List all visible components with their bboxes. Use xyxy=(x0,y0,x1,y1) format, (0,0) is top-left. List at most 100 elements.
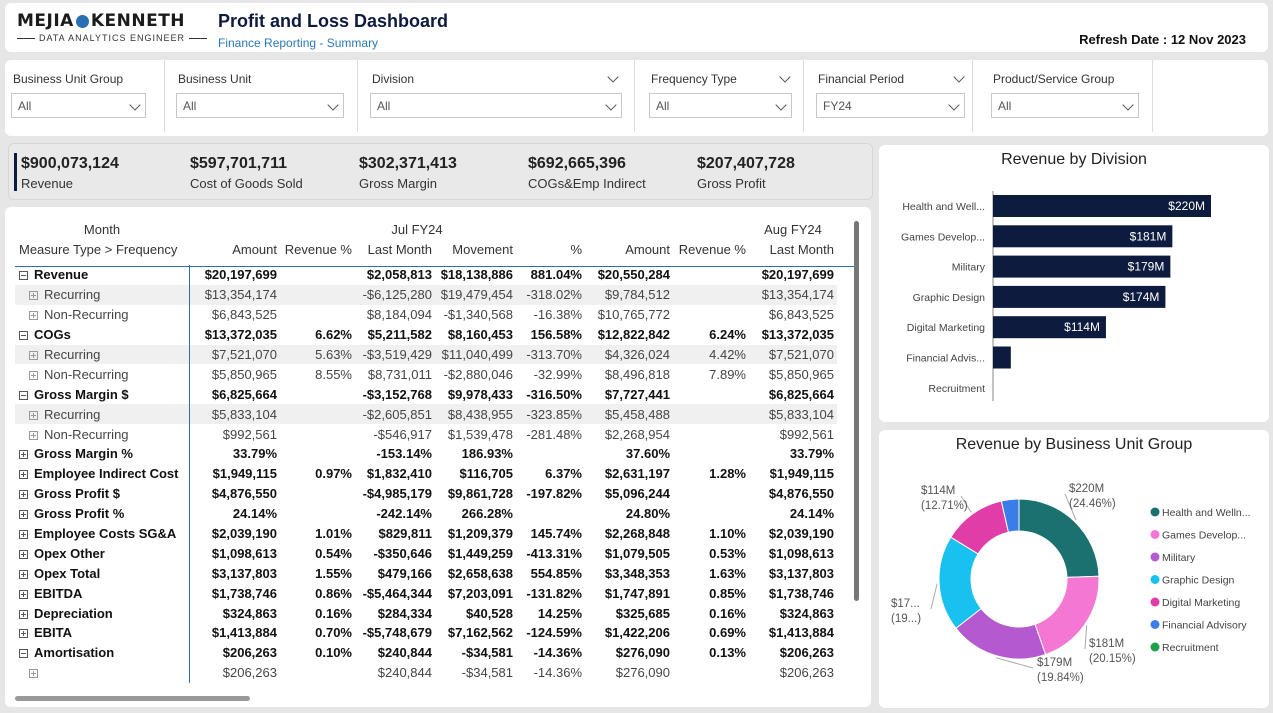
row-label: EBITA xyxy=(34,625,73,641)
table-cell: -$3,519,429 xyxy=(355,344,435,365)
column-header[interactable]: Movement xyxy=(435,239,516,259)
table-cell: -14.36% xyxy=(533,645,582,661)
vertical-scrollbar[interactable] xyxy=(854,221,859,601)
table-row[interactable]: Opex Other $1,098,613 0.54% -$350,646 $1,449… xyxy=(15,543,837,564)
table-row[interactable]: Non-Recurring $992,561 -$546,917 $1,539,478… xyxy=(15,424,837,445)
column-header[interactable]: Revenue % xyxy=(673,239,749,259)
table-row[interactable]: Recurring $13,354,174 -$6,125,280 $19,479,4… xyxy=(15,284,837,305)
column-header[interactable]: Last Month xyxy=(355,239,435,259)
table-cell xyxy=(280,384,355,404)
table-row[interactable]: Depreciation $324,863 0.16% $284,334 $40,528… xyxy=(15,603,837,624)
table-row[interactable]: Gross Profit % 24.14% -242.14% 266.28% 24.80… xyxy=(15,503,837,524)
table-row[interactable]: Amortisation $206,263 0.10% $240,844 -$34,58… xyxy=(15,642,837,663)
period-header-jul[interactable]: Jul FY24 xyxy=(355,219,516,239)
bar-chart-svg: Health and Well... $220M Games Develop... $… xyxy=(901,191,1211,402)
table-cell: $324,863 xyxy=(779,605,834,621)
table-row[interactable]: Gross Margin $ $6,825,664 -$3,152,768 $9,97… xyxy=(15,384,837,405)
collapse-icon[interactable] xyxy=(19,649,28,659)
expand-icon[interactable] xyxy=(19,450,28,460)
table-cell: 0.97% xyxy=(315,466,352,482)
table-cell: $10,765,772 xyxy=(585,304,673,325)
expand-icon[interactable] xyxy=(29,370,38,380)
legend-marker xyxy=(1150,620,1160,629)
legend-label: Health and Welln... xyxy=(1162,507,1251,519)
table-row[interactable]: Revenue $20,197,699 $2,058,813 $18,138,886 8… xyxy=(15,265,837,285)
row-label-cell: Employee Indirect Cost xyxy=(15,463,190,484)
table-cell: $13,354,174 xyxy=(189,284,280,305)
expand-icon[interactable] xyxy=(19,549,28,559)
column-header[interactable]: % xyxy=(516,239,585,259)
expand-icon[interactable] xyxy=(29,351,38,360)
period-header-aug[interactable]: Aug FY24 xyxy=(749,219,837,239)
expand-icon[interactable] xyxy=(29,291,38,301)
table-row[interactable]: Gross Margin % 33.79% -153.14% 186.93% 37.60… xyxy=(15,444,837,464)
column-header[interactable]: Last Month xyxy=(749,239,837,259)
table-row[interactable]: Opex Total $3,137,803 1.55% $479,166 $2,658,… xyxy=(15,563,837,584)
expand-icon[interactable] xyxy=(29,410,38,420)
collapse-icon[interactable] xyxy=(19,271,28,281)
row-header-month: Month xyxy=(83,221,121,237)
collapse-icon[interactable] xyxy=(19,390,28,400)
table-cell: $13,372,035 xyxy=(761,327,834,343)
table-row[interactable]: Non-Recurring $6,843,525 $8,184,094 -$1,340… xyxy=(15,304,837,325)
logo-globe-icon xyxy=(75,14,89,28)
table-cell: $2,039,190 xyxy=(768,526,834,542)
expand-icon[interactable] xyxy=(19,609,28,619)
table-cell: $3,137,803 xyxy=(211,565,277,581)
table-cell: $5,211,582 xyxy=(367,327,432,343)
table-cell: 24.14% xyxy=(789,506,834,522)
table-row[interactable]: COGs $13,372,035 6.62% $5,211,582 $8,160,453… xyxy=(15,324,837,345)
row-label-cell xyxy=(15,662,190,683)
chevron-down-icon[interactable] xyxy=(953,71,965,83)
chevron-down-icon[interactable] xyxy=(607,71,619,83)
bar-category-label: Financial Advis... xyxy=(906,353,985,365)
table-cell: 37.60% xyxy=(625,446,670,462)
expand-icon[interactable] xyxy=(19,490,28,500)
table-cell: $12,822,842 xyxy=(597,327,670,343)
expand-icon[interactable] xyxy=(19,530,28,540)
chevron-down-icon[interactable] xyxy=(779,71,791,83)
slicer-dropdown-division[interactable]: All xyxy=(370,93,622,118)
table-row[interactable]: $206,263 $240,844 -$34,581 -14.36% $276,090 $… xyxy=(15,662,837,683)
table-row[interactable]: Employee Indirect Cost $1,949,115 0.97% $1,… xyxy=(15,463,837,484)
expand-icon[interactable] xyxy=(19,629,28,639)
table-cell: 5.63% xyxy=(280,344,355,365)
slicer-label: Business Unit Group xyxy=(13,72,124,86)
slicer-dropdown-financial-period[interactable]: FY24 xyxy=(816,93,965,118)
donut-slice xyxy=(1018,498,1100,578)
table-cell xyxy=(673,484,749,504)
table-row[interactable]: Recurring $7,521,070 5.63% -$3,519,429 $11,0… xyxy=(15,344,837,365)
table-row[interactable]: Employee Costs SG&A $2,039,190 1.01% $829,8… xyxy=(15,523,837,544)
expand-icon[interactable] xyxy=(19,510,28,520)
collapse-icon[interactable] xyxy=(19,331,28,341)
slicer-dropdown-frequency-type[interactable]: All xyxy=(649,93,792,118)
slicer-dropdown-business-unit[interactable]: All xyxy=(176,93,344,118)
expand-icon[interactable] xyxy=(29,430,38,440)
column-header[interactable]: Amount xyxy=(189,239,280,259)
expand-icon[interactable] xyxy=(19,470,28,480)
expand-icon[interactable] xyxy=(29,311,38,321)
row-label-cell: Depreciation xyxy=(15,603,190,624)
expand-icon[interactable] xyxy=(19,569,28,579)
table-row[interactable]: Gross Profit $ $4,876,550 -$4,985,179 $9,86… xyxy=(15,483,837,504)
slicer-label: Financial Period xyxy=(818,72,905,86)
table-cell: 1.01% xyxy=(315,526,352,542)
table-row[interactable]: EBITDA $1,738,746 0.86% -$5,464,344 $7,203,0… xyxy=(15,583,837,604)
expand-icon[interactable] xyxy=(29,669,38,679)
slicer-dropdown-business-unit-group[interactable]: All xyxy=(11,93,146,118)
table-row[interactable]: EBITA $1,413,884 0.70% -$5,748,679 $7,162,56… xyxy=(15,623,837,643)
table-cell: 33.79% xyxy=(232,446,277,462)
table-cell: 0.53% xyxy=(709,545,746,561)
slicer-dropdown-product-service-group[interactable]: All xyxy=(991,93,1139,118)
table-row[interactable]: Non-Recurring $5,850,965 8.55% $8,731,011 -$… xyxy=(15,364,837,385)
column-header[interactable]: Amount xyxy=(585,239,673,259)
refresh-label: Refresh Date : xyxy=(1079,32,1168,47)
expand-icon[interactable] xyxy=(19,589,28,599)
table-row[interactable]: Recurring $5,833,104 -$2,605,851 $8,438,955… xyxy=(15,404,837,425)
horizontal-scrollbar[interactable] xyxy=(15,696,250,701)
legend-marker xyxy=(1150,530,1160,539)
table-cell: $18,138,886 xyxy=(440,267,513,283)
legend-marker xyxy=(1150,575,1160,584)
column-header[interactable]: Revenue % xyxy=(280,239,355,259)
filter-panel: Business Unit Group All Business Unit Al… xyxy=(5,60,1268,136)
